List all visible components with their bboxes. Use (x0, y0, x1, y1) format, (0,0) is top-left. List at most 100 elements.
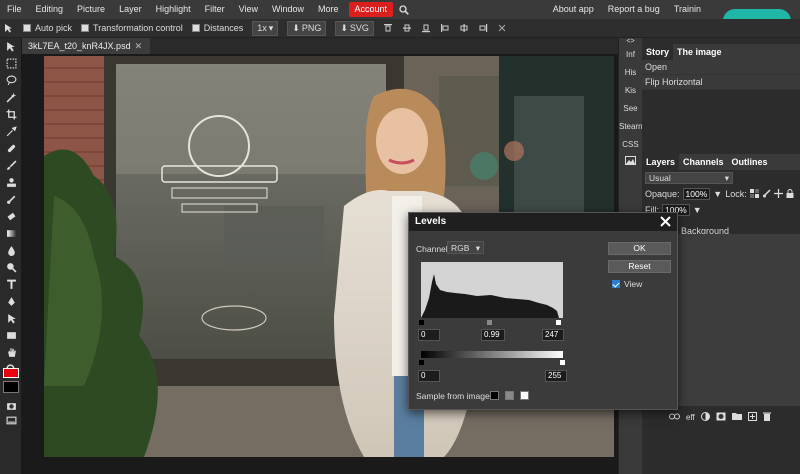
menu-window[interactable]: Window (265, 0, 311, 19)
align-bottom-icon[interactable] (421, 23, 431, 33)
reset-button[interactable]: Reset (608, 260, 671, 273)
panel-toggle-info[interactable]: Inf (619, 46, 642, 64)
input-gamma-handle[interactable] (487, 320, 492, 325)
zoom-select[interactable]: 1x ▾ (252, 20, 279, 36)
caret-down-icon[interactable]: ▼ (693, 205, 702, 215)
menu-more[interactable]: More (311, 0, 346, 19)
menu-highlight[interactable]: Highlight (149, 0, 198, 19)
transformation-control-option[interactable]: Transformation control (81, 23, 183, 33)
auto-pick-checkbox[interactable] (23, 24, 31, 32)
view-option[interactable]: View (612, 279, 642, 289)
lock-brush-icon[interactable] (762, 188, 771, 200)
align-left-icon[interactable] (440, 23, 450, 33)
stamp-tool-icon[interactable] (0, 174, 22, 191)
screen-mode-icon[interactable] (0, 412, 22, 429)
history-item-flip-horizontal[interactable]: Flip Horizontal (642, 75, 800, 90)
transformation-control-checkbox[interactable] (81, 24, 90, 32)
link-layers-icon[interactable] (669, 412, 680, 422)
auto-pick-option[interactable]: Auto pick (23, 23, 72, 33)
input-white-field[interactable]: 247 (542, 329, 564, 341)
crop-tool-icon[interactable] (0, 106, 22, 123)
image-panel-icon[interactable] (619, 154, 642, 172)
search-icon[interactable] (396, 0, 412, 19)
layer-mask-icon[interactable] (716, 412, 726, 423)
align-right-icon[interactable] (478, 23, 488, 33)
menu-view[interactable]: View (232, 0, 265, 19)
close-icon[interactable] (659, 215, 672, 228)
adjustment-layer-icon[interactable] (700, 411, 710, 423)
caret-down-icon[interactable]: ▼ (713, 189, 722, 199)
move-tool-icon[interactable] (4, 23, 14, 33)
lock-all-icon[interactable] (786, 188, 794, 200)
shape-tool-icon[interactable] (0, 327, 22, 344)
type-tool-icon[interactable] (0, 276, 22, 293)
panel-toggle-stearn[interactable]: Stearn (619, 118, 643, 136)
healing-tool-icon[interactable] (0, 140, 22, 157)
dodge-tool-icon[interactable] (0, 259, 22, 276)
levels-dialog-titlebar[interactable]: Levels (409, 213, 677, 231)
layer-effects-button[interactable]: eff (686, 413, 695, 422)
output-black-point-handle[interactable] (419, 360, 424, 365)
tab-the-image[interactable]: The image (673, 44, 726, 60)
ok-button[interactable]: OK (608, 242, 671, 255)
opacity-input[interactable]: 100% (682, 188, 711, 200)
lasso-tool-icon[interactable] (0, 72, 22, 89)
magic-wand-tool-icon[interactable] (0, 89, 22, 106)
tab-channels[interactable]: Channels (679, 154, 728, 170)
menu-training[interactable]: Trainin (667, 0, 708, 19)
pen-tool-icon[interactable] (0, 293, 22, 310)
background-color-swatch[interactable] (3, 381, 19, 393)
output-white-field[interactable]: 255 (545, 370, 567, 382)
export-svg-button[interactable]: ⬇ SVG (335, 20, 374, 36)
tab-story[interactable]: Story (642, 44, 674, 60)
panel-toggle-brushes[interactable]: Kis (619, 82, 642, 100)
distances-checkbox[interactable] (191, 24, 200, 32)
input-black-point-handle[interactable] (419, 320, 424, 325)
foreground-color-swatch[interactable] (3, 368, 19, 378)
menu-layer[interactable]: Layer (112, 0, 149, 19)
history-brush-tool-icon[interactable] (0, 191, 22, 208)
view-checkbox[interactable] (612, 280, 620, 288)
path-select-tool-icon[interactable] (0, 310, 22, 327)
lock-move-icon[interactable] (773, 188, 783, 200)
blur-tool-icon[interactable] (0, 242, 22, 259)
sample-black-eyedropper[interactable] (490, 391, 499, 400)
input-gamma-field[interactable]: 0.99 (481, 329, 505, 341)
menu-editing[interactable]: Editing (29, 0, 71, 19)
tab-layers[interactable]: Layers (642, 154, 680, 170)
blend-mode-select[interactable]: Usual ▾ (645, 172, 733, 184)
sample-white-eyedropper[interactable] (520, 391, 529, 400)
collapse-panel-icon[interactable]: <> (619, 38, 642, 46)
new-layer-icon[interactable] (747, 411, 757, 423)
output-black-field[interactable]: 0 (418, 370, 440, 382)
align-middle-icon[interactable] (402, 23, 412, 33)
document-tab[interactable]: 3kL7EA_t20_knR4JX.psd ✕ (22, 38, 151, 54)
menu-report-bug[interactable]: Report a bug (601, 0, 667, 19)
output-white-point-handle[interactable] (560, 360, 565, 365)
distances-option[interactable]: Distances (191, 23, 243, 33)
hand-tool-icon[interactable] (0, 344, 22, 361)
distribute-icon[interactable] (497, 23, 507, 33)
eyedropper-tool-icon[interactable] (0, 123, 22, 140)
sample-gray-eyedropper[interactable] (505, 391, 514, 400)
brush-tool-icon[interactable] (0, 157, 22, 174)
menu-about[interactable]: About app (546, 0, 601, 19)
panel-toggle-see[interactable]: See (619, 100, 642, 118)
menu-picture[interactable]: Picture (70, 0, 112, 19)
marquee-tool-icon[interactable] (0, 55, 22, 72)
input-white-point-handle[interactable] (556, 320, 561, 325)
gradient-tool-icon[interactable] (0, 225, 22, 242)
align-top-icon[interactable] (383, 23, 393, 33)
delete-layer-icon[interactable] (762, 412, 771, 423)
panel-toggle-histogram[interactable]: His (619, 64, 642, 82)
align-center-icon[interactable] (459, 23, 469, 33)
channel-select[interactable]: RGB ▾ (447, 241, 484, 254)
panel-toggle-css[interactable]: CSS (619, 136, 642, 154)
tab-outlines[interactable]: Outlines (728, 154, 772, 170)
export-png-button[interactable]: ⬇ PNG (287, 20, 327, 36)
history-item-open[interactable]: Open (642, 60, 800, 75)
close-icon[interactable]: ✕ (135, 38, 143, 54)
input-black-field[interactable]: 0 (418, 329, 440, 341)
new-folder-icon[interactable] (731, 412, 742, 422)
account-button[interactable]: Account (348, 2, 394, 17)
